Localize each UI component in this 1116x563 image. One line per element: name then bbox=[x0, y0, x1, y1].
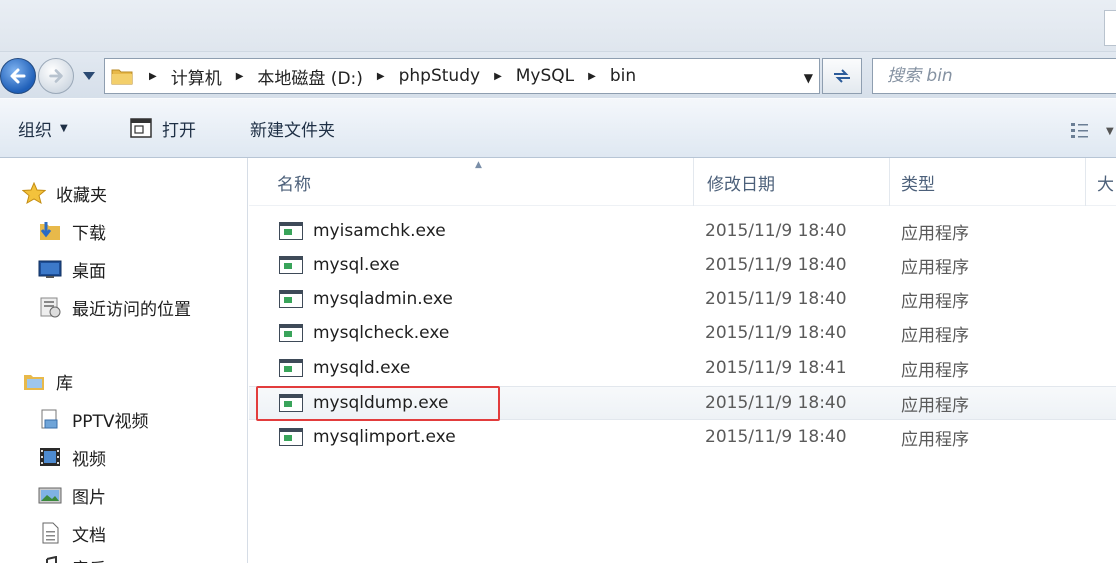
application-icon bbox=[279, 222, 303, 240]
title-bar bbox=[0, 0, 1116, 52]
video-library-icon bbox=[40, 448, 60, 466]
column-header-type[interactable]: 类型 bbox=[873, 158, 1087, 206]
breadcrumb-mysql[interactable]: ▶ MySQL bbox=[494, 59, 588, 93]
navigation-bar: ▶ 计算机 ▶ 本地磁盘 (D:) ▶ phpStudy ▶ MySQL ▶ b… bbox=[0, 52, 1116, 98]
sidebar-item-desktop[interactable]: 桌面 bbox=[38, 254, 106, 284]
breadcrumb-bin[interactable]: ▶ bin bbox=[588, 59, 650, 93]
sidebar-item-music[interactable]: 音乐 bbox=[38, 552, 106, 563]
breadcrumb-phpstudy[interactable]: ▶ phpStudy bbox=[377, 59, 494, 93]
organize-menu-button[interactable]: 组织 ▼ bbox=[18, 108, 68, 148]
application-icon bbox=[279, 324, 303, 342]
chevron-right-icon[interactable]: ▶ bbox=[377, 71, 385, 82]
column-header-modified[interactable]: 修改日期 bbox=[679, 158, 889, 206]
chevron-right-icon[interactable]: ▶ bbox=[588, 71, 596, 82]
sidebar-item-recent-places[interactable]: 最近访问的位置 bbox=[38, 292, 191, 322]
search-input[interactable] bbox=[887, 66, 1107, 86]
column-header-name[interactable]: 名称 bbox=[249, 158, 693, 206]
column-header-size[interactable]: 大 bbox=[1069, 158, 1116, 206]
address-dropdown-icon[interactable]: ▼ bbox=[804, 71, 813, 85]
back-button[interactable] bbox=[0, 58, 36, 94]
sidebar-item-pptv-videos[interactable]: PPTV视频 bbox=[38, 404, 149, 434]
sidebar-item-documents[interactable]: 文档 bbox=[38, 518, 106, 548]
arrow-left-icon bbox=[10, 68, 26, 84]
caret-down-icon: ▼ bbox=[60, 122, 68, 134]
address-bar[interactable]: ▶ 计算机 ▶ 本地磁盘 (D:) ▶ phpStudy ▶ MySQL ▶ b… bbox=[104, 58, 820, 94]
column-header-row: ▲ 名称 修改日期 类型 大 bbox=[249, 158, 1116, 206]
breadcrumb-local-disk[interactable]: ▶ 本地磁盘 (D:) bbox=[236, 59, 377, 93]
desktop-icon bbox=[38, 260, 62, 278]
libraries-icon bbox=[24, 375, 44, 390]
application-icon bbox=[279, 290, 303, 308]
application-icon bbox=[279, 428, 303, 446]
recent-pages-dropdown-icon[interactable] bbox=[82, 70, 96, 82]
file-list: ▲ 名称 修改日期 类型 大 myisamchk.exe 2015/11/9 1… bbox=[249, 158, 1116, 563]
details-view-icon bbox=[1071, 123, 1088, 138]
refresh-button[interactable] bbox=[822, 58, 862, 94]
sidebar-item-favorites[interactable]: 收藏夹 bbox=[22, 178, 107, 208]
forward-button[interactable] bbox=[38, 58, 74, 94]
application-icon bbox=[279, 394, 303, 412]
open-button[interactable]: 打开 bbox=[130, 108, 196, 148]
file-row[interactable]: myisamchk.exe 2015/11/9 18:40 应用程序 bbox=[249, 215, 1116, 247]
caret-down-icon: ▼ bbox=[1106, 125, 1114, 137]
document-library-icon bbox=[41, 409, 58, 429]
search-box[interactable] bbox=[872, 58, 1116, 94]
sidebar-item-downloads[interactable]: 下载 bbox=[38, 216, 106, 246]
folder-icon bbox=[111, 69, 133, 85]
star-icon bbox=[22, 182, 46, 204]
command-toolbar: 组织 ▼ 打开 新建文件夹 ▼ bbox=[0, 98, 1116, 158]
refresh-icon bbox=[834, 69, 850, 83]
application-icon bbox=[279, 256, 303, 274]
new-folder-button[interactable]: 新建文件夹 bbox=[250, 108, 335, 148]
file-row[interactable]: mysqlcheck.exe 2015/11/9 18:40 应用程序 bbox=[249, 317, 1116, 349]
file-row[interactable]: mysqladmin.exe 2015/11/9 18:40 应用程序 bbox=[249, 283, 1116, 315]
sidebar-item-pictures[interactable]: 图片 bbox=[38, 480, 106, 510]
file-row-hovered[interactable]: mysqldump.exe 2015/11/9 18:40 应用程序 bbox=[249, 386, 1116, 420]
sidebar-item-libraries[interactable]: 库 bbox=[22, 366, 73, 396]
file-row[interactable]: mysqlimport.exe 2015/11/9 18:40 应用程序 bbox=[249, 421, 1116, 453]
change-view-button[interactable]: ▼ bbox=[1070, 121, 1116, 141]
chevron-right-icon[interactable]: ▶ bbox=[149, 71, 157, 82]
recent-places-icon bbox=[40, 297, 61, 318]
documents-library-icon bbox=[42, 522, 59, 544]
breadcrumb-computer[interactable]: ▶ 计算机 bbox=[149, 59, 236, 93]
sidebar-item-videos[interactable]: 视频 bbox=[38, 442, 106, 472]
arrow-right-icon bbox=[49, 69, 63, 83]
chevron-right-icon[interactable]: ▶ bbox=[494, 71, 502, 82]
music-library-icon bbox=[46, 556, 57, 563]
file-row[interactable]: mysqld.exe 2015/11/9 18:41 应用程序 bbox=[249, 352, 1116, 384]
file-row[interactable]: mysql.exe 2015/11/9 18:40 应用程序 bbox=[249, 249, 1116, 281]
chevron-right-icon[interactable]: ▶ bbox=[236, 71, 244, 82]
window-control-edge[interactable] bbox=[1104, 10, 1116, 46]
application-icon bbox=[279, 359, 303, 377]
navigation-pane: 收藏夹 下载 桌面 最近访问的位置 库 PPTV视频 视频 图片 文档 bbox=[0, 158, 248, 563]
pictures-library-icon bbox=[38, 487, 62, 504]
application-window-icon bbox=[130, 118, 152, 138]
downloads-folder-icon bbox=[40, 222, 60, 240]
